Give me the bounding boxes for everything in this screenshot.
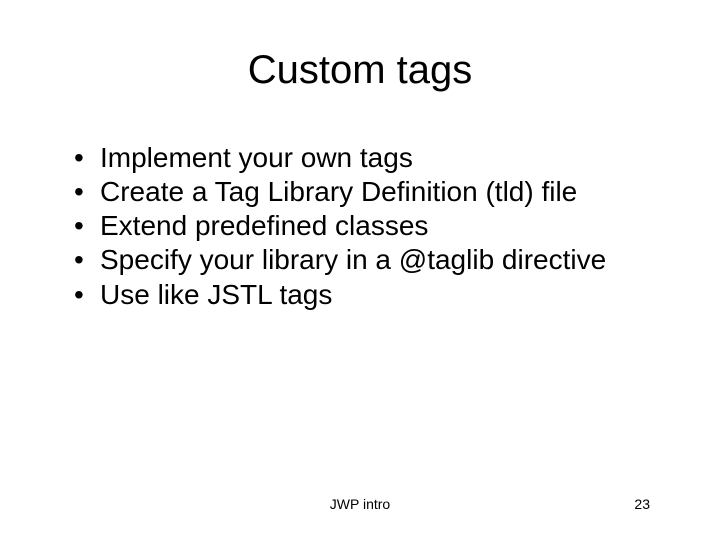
slide: Custom tags Implement your own tags Crea… [0, 0, 720, 540]
bullet-item: Implement your own tags [70, 141, 650, 175]
slide-number: 23 [634, 496, 650, 512]
bullet-item: Extend predefined classes [70, 209, 650, 243]
bullet-item: Use like JSTL tags [70, 278, 650, 312]
bullet-item: Create a Tag Library Definition (tld) fi… [70, 175, 650, 209]
bullet-list: Implement your own tags Create a Tag Lib… [70, 141, 650, 312]
slide-content: Implement your own tags Create a Tag Lib… [70, 141, 650, 500]
slide-footer: JWP intro 23 [0, 496, 720, 512]
bullet-item: Specify your library in a @taglib direct… [70, 243, 650, 277]
slide-title: Custom tags [70, 48, 650, 93]
footer-center-text: JWP intro [330, 496, 390, 512]
